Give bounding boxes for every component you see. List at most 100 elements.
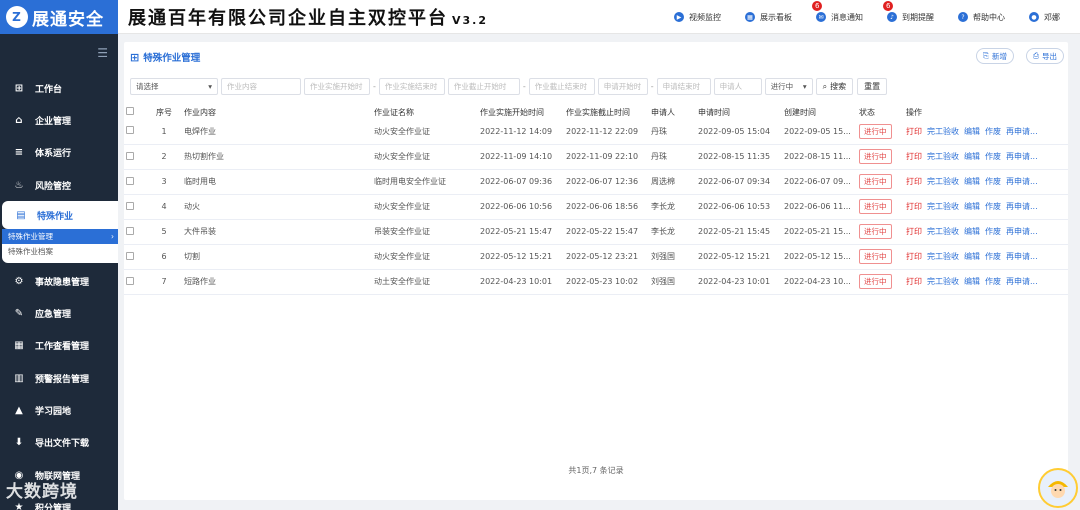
sidebar-item[interactable]: ⊞ 工作台 [0, 72, 118, 104]
notification-badge: 6 [812, 0, 823, 11]
cell-created: 2022-05-12 15... [782, 244, 857, 270]
apply-to-input[interactable]: 申请结束时 [656, 78, 711, 95]
action-link[interactable]: 完工验收 [927, 276, 959, 287]
action-link[interactable]: 编辑 [964, 251, 980, 262]
action-link[interactable]: 再申请... [1006, 226, 1038, 237]
sidebar-item[interactable]: ▲ 学习园地 [0, 394, 118, 426]
action-link[interactable]: 完工验收 [927, 126, 959, 137]
action-link[interactable]: 编辑 [964, 176, 980, 187]
row-checkbox-cell [124, 169, 144, 195]
select-all-checkbox[interactable] [126, 107, 134, 115]
action-link[interactable]: 编辑 [964, 126, 980, 137]
sidebar-item[interactable]: ⌂ 企业管理 [0, 104, 118, 136]
end-to-input[interactable]: 作业截止结束时 [528, 78, 595, 95]
table-row[interactable]: 4 动火 动火安全作业证 2022-06-06 10:56 2022-06-06 18:… [124, 194, 1068, 220]
table-row[interactable]: 7 短路作业 动土安全作业证 2022-04-23 10:01 2022-05-23 1… [124, 269, 1068, 295]
search-button[interactable]: ⌕ 搜索 [815, 78, 854, 95]
sidebar-submenu: 特殊作业管理 › 特殊作业档案 [2, 229, 118, 264]
table-row[interactable]: 5 大件吊装 吊装安全作业证 2022-05-21 15:47 2022-05-22 1… [124, 219, 1068, 245]
action-link[interactable]: 作废 [985, 151, 1001, 162]
cell-no: 6 [144, 244, 182, 270]
actions-cell: 打印 完工验收 编辑 作废 再申请... [904, 144, 1068, 170]
search-icon: ⌕ [822, 81, 828, 91]
row-checkbox[interactable] [126, 176, 134, 185]
action-link[interactable]: 作废 [985, 176, 1001, 187]
export-button[interactable]: ⎙ 导出 [1026, 48, 1064, 64]
action-link[interactable]: 编辑 [964, 226, 980, 237]
action-link[interactable]: 再申请... [1006, 201, 1038, 212]
action-link[interactable]: 编辑 [964, 276, 980, 287]
action-link[interactable]: 再申请... [1006, 176, 1038, 187]
sidebar-item[interactable]: ♨ 风险管控 [0, 169, 118, 201]
action-link[interactable]: 打印 [906, 276, 922, 287]
start-from-input[interactable]: 作业实施开始时 [304, 78, 370, 95]
row-checkbox[interactable] [126, 226, 134, 235]
row-checkbox[interactable] [126, 151, 134, 160]
sidebar-subitem[interactable]: 特殊作业档案 [2, 244, 118, 259]
action-link[interactable]: 作废 [985, 251, 1001, 262]
action-link[interactable]: 打印 [906, 201, 922, 212]
row-checkbox[interactable] [126, 251, 134, 260]
action-link[interactable]: 完工验收 [927, 226, 959, 237]
start-to-input[interactable]: 作业实施结束时 [378, 78, 445, 95]
table-row[interactable]: 2 热切割作业 动火安全作业证 2022-11-09 14:10 2022-11-09 … [124, 144, 1068, 170]
action-link[interactable]: 再申请... [1006, 151, 1038, 162]
action-link[interactable]: 作废 [985, 226, 1001, 237]
row-checkbox-cell [124, 269, 144, 295]
sidebar-item[interactable]: ⚙ 事故隐患管理 [0, 265, 118, 297]
sidebar-item[interactable]: ▤ 特殊作业 [2, 201, 118, 230]
end-from-input[interactable]: 作业截止开始时 [447, 78, 520, 95]
sidebar-item[interactable]: ⬇ 导出文件下载 [0, 427, 118, 459]
action-link[interactable]: 打印 [906, 176, 922, 187]
sidebar-item[interactable]: ✎ 应急管理 [0, 297, 118, 329]
action-link[interactable]: 打印 [906, 151, 922, 162]
add-button[interactable]: ⎘ 新增 [976, 48, 1014, 64]
topnav-item[interactable]: ● 邓娜 [1029, 12, 1060, 23]
action-link[interactable]: 打印 [906, 126, 922, 137]
sidebar-item[interactable]: ▥ 预警报告管理 [0, 362, 118, 394]
topnav-item[interactable]: 6 ♪ 到期提醒 [883, 0, 934, 23]
topnav-item[interactable]: ▶ 视频监控 [674, 12, 721, 23]
fire-icon: ♨ [14, 179, 24, 191]
action-link[interactable]: 完工验收 [927, 151, 959, 162]
document-icon: ▤ [16, 209, 26, 221]
action-link[interactable]: 编辑 [964, 201, 980, 212]
sidebar-item[interactable]: ≡ 体系运行 [0, 137, 118, 169]
status-cell: 进行中 [857, 169, 904, 195]
action-link[interactable]: 作废 [985, 201, 1001, 212]
action-link[interactable]: 作废 [985, 276, 1001, 287]
content-input[interactable]: 作业内容 [221, 78, 301, 95]
action-link[interactable]: 再申请... [1006, 126, 1038, 137]
action-link[interactable]: 完工验收 [927, 201, 959, 212]
action-link[interactable]: 再申请... [1006, 251, 1038, 262]
action-link[interactable]: 打印 [906, 226, 922, 237]
sidebar-item[interactable]: ▦ 工作查看管理 [0, 330, 118, 362]
cell-apply: 2022-04-23 10:01 [696, 269, 782, 295]
table-row[interactable]: 1 电焊作业 动火安全作业证 2022-11-12 14:09 2022-11-12 2… [124, 119, 1068, 145]
row-checkbox[interactable] [126, 201, 134, 210]
action-link[interactable]: 再申请... [1006, 276, 1038, 287]
action-link[interactable]: 编辑 [964, 151, 980, 162]
action-link[interactable]: 完工验收 [927, 251, 959, 262]
topnav-item[interactable]: ? 帮助中心 [958, 12, 1005, 23]
table-row[interactable]: 6 切割 动火安全作业证 2022-05-12 15:21 2022-05-12 23:… [124, 244, 1068, 270]
cell-applicant: 周选棉 [649, 169, 696, 195]
action-link[interactable]: 打印 [906, 251, 922, 262]
topnav-item[interactable]: ▦ 展示看板 [745, 12, 792, 23]
action-link[interactable]: 作废 [985, 126, 1001, 137]
type-select[interactable]: 请选择 ▾ [130, 78, 218, 95]
assistant-avatar[interactable] [1038, 468, 1078, 508]
cell-start: 2022-06-06 10:56 [478, 194, 564, 220]
topnav-item[interactable]: 6 ✉ 消息通知 [812, 0, 863, 23]
apply-from-input[interactable]: 申请开始时 [597, 78, 648, 95]
status-select[interactable]: 进行中 ▾ [764, 78, 813, 95]
applicant-input[interactable]: 申请人 [713, 78, 762, 95]
row-checkbox[interactable] [126, 276, 134, 285]
row-checkbox[interactable] [126, 126, 134, 135]
cell-content: 电焊作业 [182, 119, 372, 145]
action-link[interactable]: 完工验收 [927, 176, 959, 187]
table-row[interactable]: 3 临时用电 临时用电安全作业证 2022-06-07 09:36 2022-06-07… [124, 169, 1068, 195]
reset-button[interactable]: 重置 [857, 78, 888, 95]
sidebar-subitem[interactable]: 特殊作业管理 › [2, 229, 118, 245]
collapse-menu-icon[interactable]: ☰ [0, 34, 118, 72]
